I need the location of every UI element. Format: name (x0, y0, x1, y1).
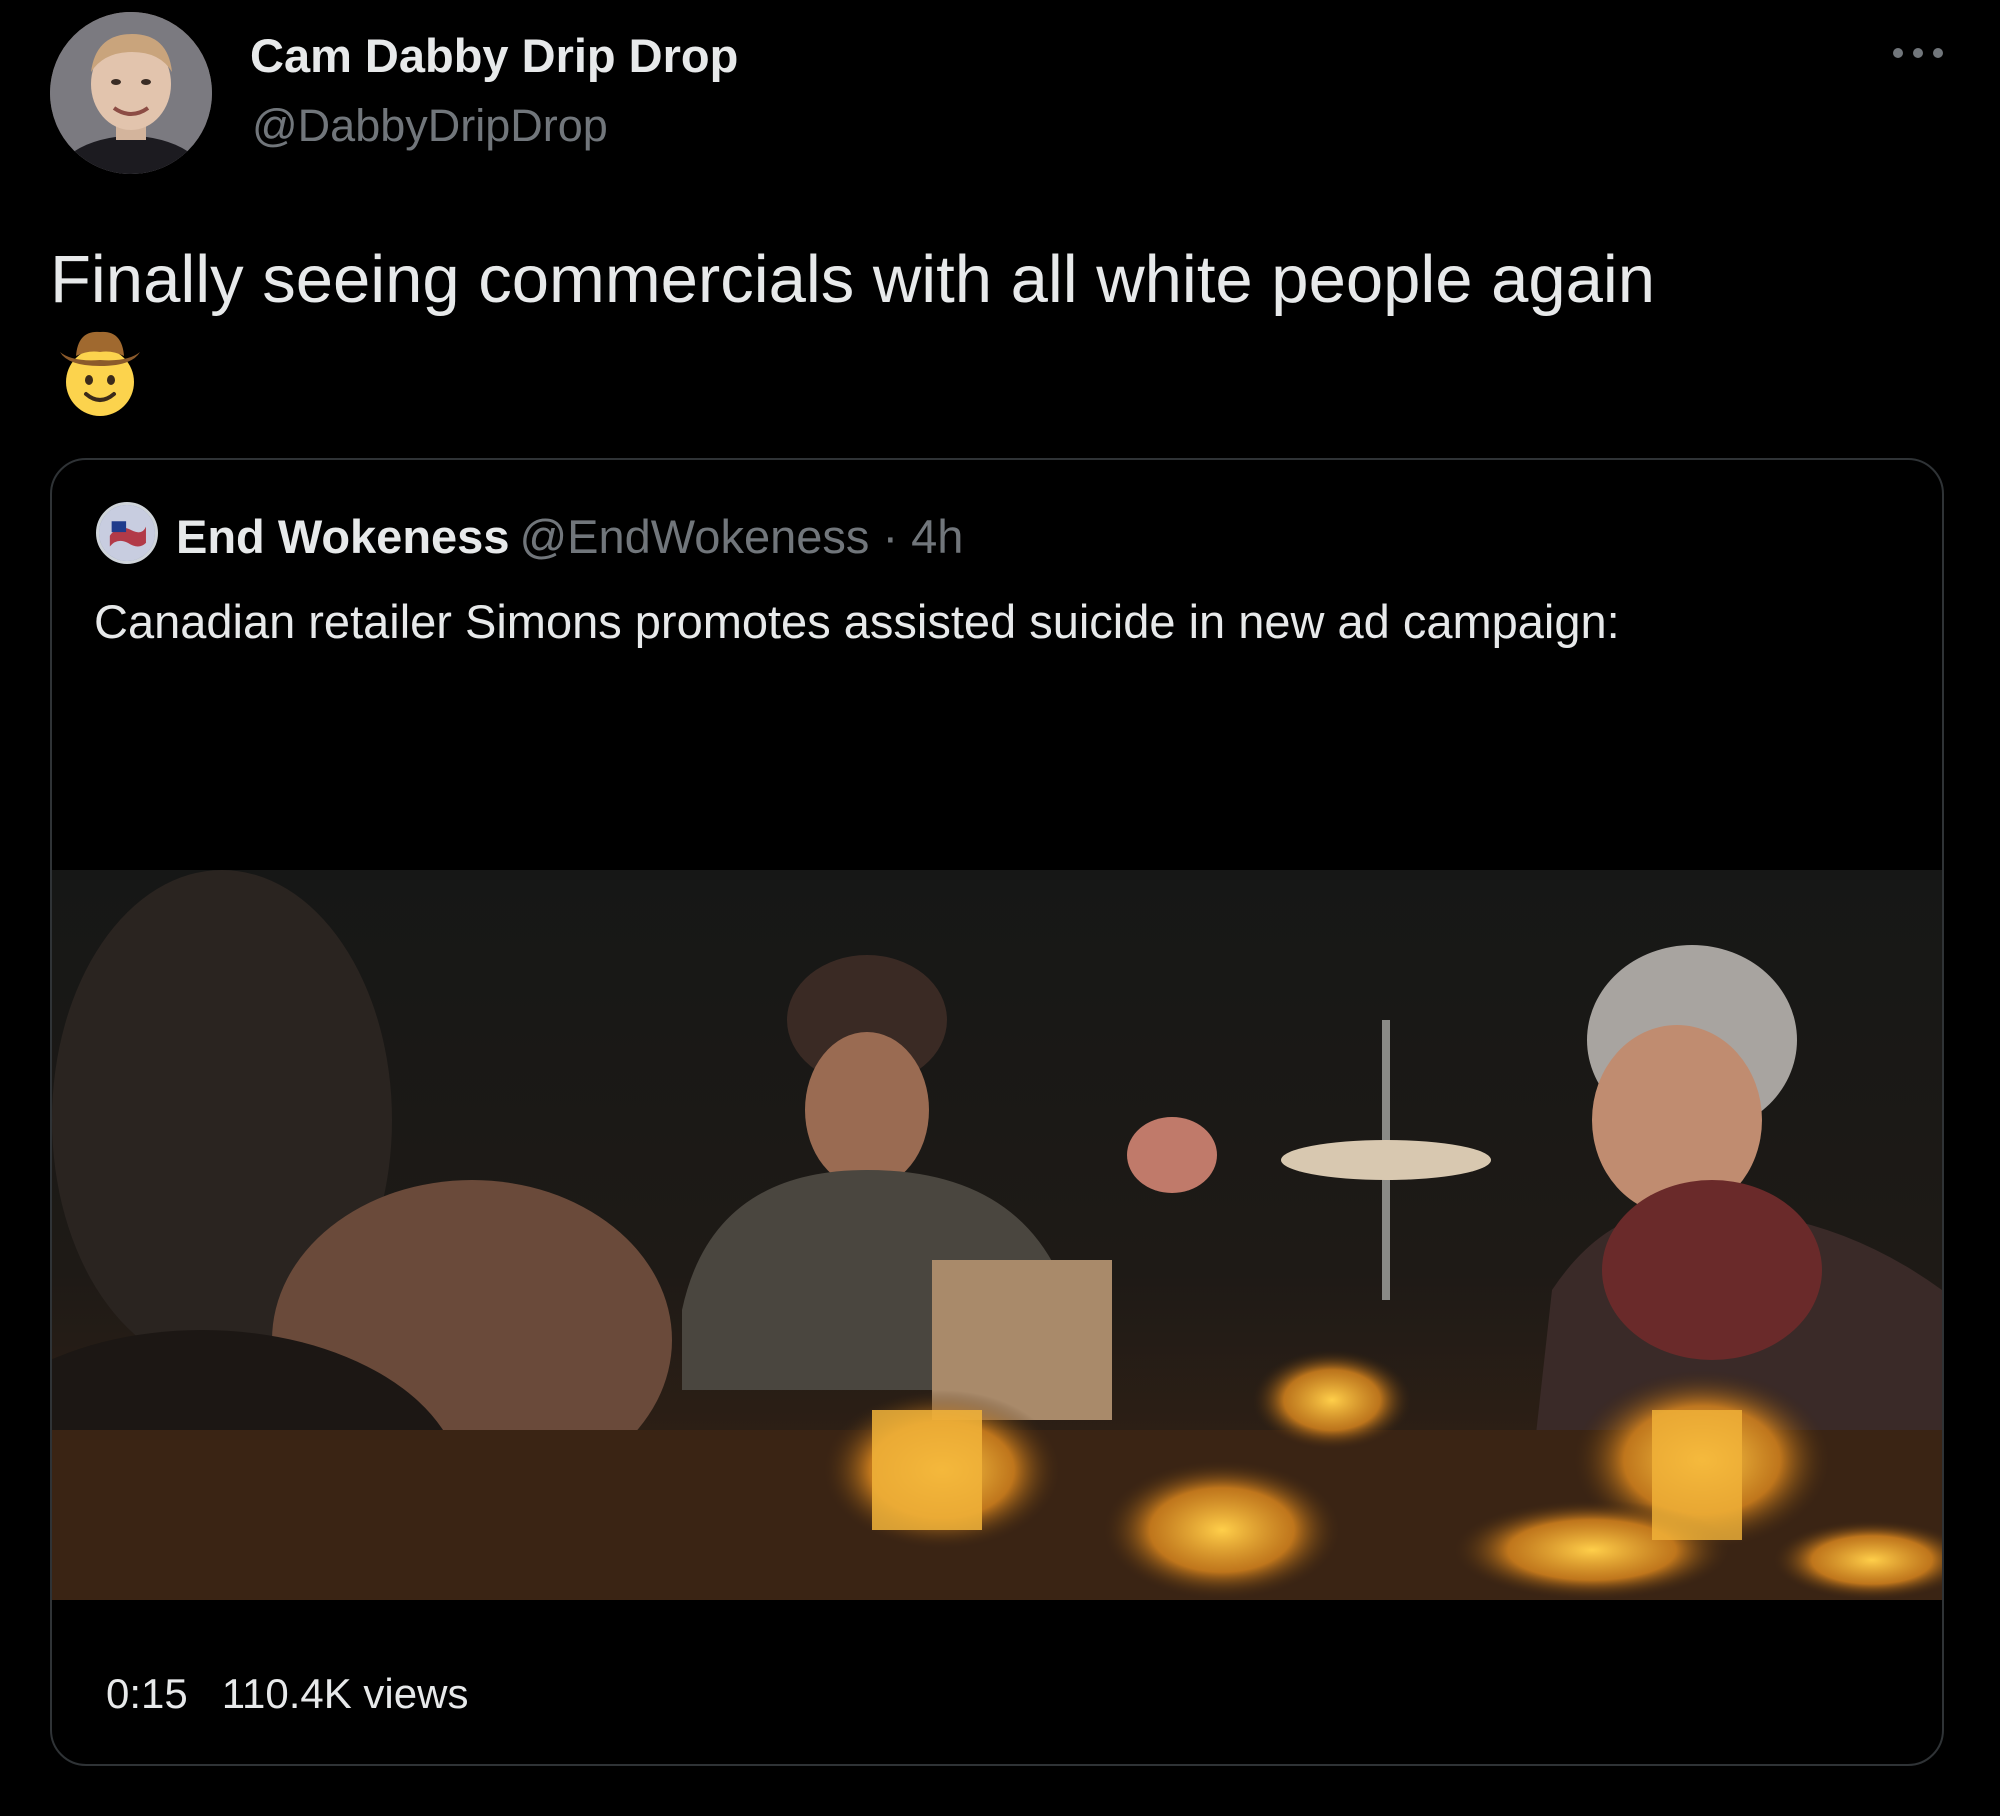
video-footer: 0:15 110.4K views (106, 1670, 502, 1718)
quoted-tweet-text: Canadian retailer Simons promotes assist… (94, 595, 1620, 648)
tweet-text: Finally seeing commercials with all whit… (50, 242, 1656, 317)
author-handle[interactable]: @DabbyDripDrop (252, 100, 608, 152)
quoted-timestamp[interactable]: 4h (911, 510, 963, 563)
more-options-icon[interactable] (1888, 38, 1948, 68)
profile-photo-icon (50, 12, 212, 174)
quoted-display-name[interactable]: End Wokeness (176, 510, 509, 563)
video-view-count: 110.4K views (221, 1670, 469, 1717)
quoted-tweet[interactable]: End Wokeness @EndWokeness · 4h Canadian r… (50, 458, 1944, 1766)
quoted-author-avatar[interactable] (96, 502, 158, 564)
quoted-author-meta: End Wokeness @EndWokeness · 4h (176, 510, 963, 564)
flag-logo-icon (99, 505, 155, 561)
meta-separator: · (882, 510, 899, 563)
video-player[interactable] (52, 870, 1942, 1600)
author-avatar[interactable] (50, 12, 212, 174)
author-display-name[interactable]: Cam Dabby Drip Drop (250, 28, 738, 83)
quoted-handle[interactable]: @EndWokeness (519, 510, 869, 563)
video-duration: 0:15 (106, 1670, 188, 1717)
tweet: Cam Dabby Drip Drop @DabbyDripDrop Final… (0, 0, 2000, 1816)
cowboy-hat-face-icon (52, 322, 148, 418)
video-frame-image (52, 870, 1942, 1600)
